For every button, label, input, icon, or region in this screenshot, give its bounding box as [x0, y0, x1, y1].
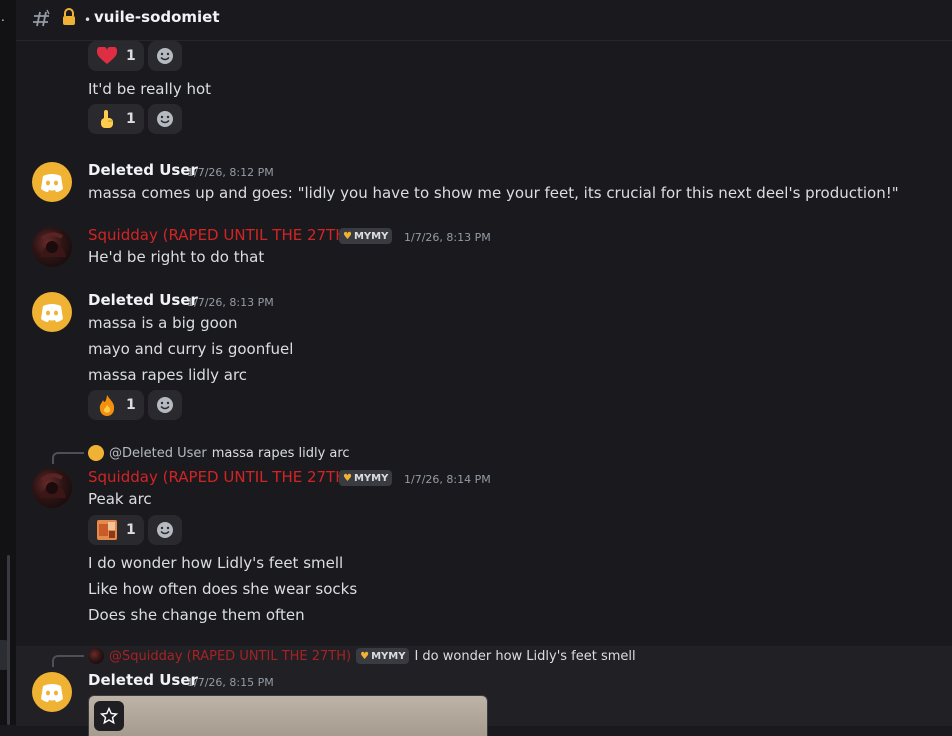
- heart-tag-icon: ♥: [343, 230, 352, 242]
- reply-author[interactable]: @Deleted User: [109, 446, 207, 461]
- message-text: Peak arc: [88, 490, 152, 508]
- avatar[interactable]: [32, 468, 72, 508]
- reaction-custom[interactable]: 1: [88, 515, 144, 545]
- message-text: massa rapes lidly arc: [88, 366, 248, 384]
- timestamp[interactable]: 1/7/26, 8:13 PM: [404, 231, 491, 244]
- message-text: Does she change them often: [88, 606, 305, 624]
- reply-author[interactable]: @Squidday (RAPED UNTIL THE 27TH): [109, 649, 351, 664]
- reply-avatar: [88, 648, 104, 664]
- guild-tag-badge[interactable]: ♥ MYMY: [339, 228, 393, 244]
- reaction-bar: 1: [88, 104, 182, 134]
- reaction-bar: 1: [88, 515, 182, 545]
- thread-hash-icon: [33, 9, 50, 27]
- timestamp[interactable]: 1/7/26, 8:12 PM: [187, 166, 274, 179]
- reaction-fire[interactable]: 1: [88, 390, 144, 420]
- add-reaction-button[interactable]: [147, 41, 182, 71]
- channel-header: • vuile-sodomiet: [16, 0, 952, 41]
- message-text: massa is a big goon: [88, 314, 238, 332]
- add-reaction-button[interactable]: [147, 104, 182, 134]
- reply-avatar: [88, 445, 104, 461]
- author-name[interactable]: Deleted User: [88, 161, 198, 179]
- reaction-count: 1: [126, 111, 136, 127]
- message-text: I do wonder how Lidly's feet smell: [88, 554, 344, 572]
- heart-tag-icon: ♥: [360, 650, 370, 662]
- reaction-bar: 1: [88, 390, 182, 420]
- message-text: massa comes up and goes: "lidly you have…: [88, 184, 899, 202]
- heart-icon: [96, 45, 118, 67]
- smiley-icon: [156, 397, 173, 413]
- author-name[interactable]: Squidday (RAPED UNTIL THE 27TH): [88, 226, 352, 244]
- channel-name[interactable]: vuile-sodomiet: [94, 8, 220, 26]
- fire-icon: [96, 394, 118, 416]
- discord-logo-icon: [41, 684, 63, 702]
- left-rail: .: [0, 0, 16, 725]
- reaction-count: 1: [126, 522, 136, 538]
- custom-emoji-icon: [96, 519, 118, 541]
- reply-snippet[interactable]: I do wonder how Lidly's feet smell: [414, 649, 635, 664]
- guild-tag-badge[interactable]: ♥ MYMY: [356, 648, 410, 664]
- reply-connector: [52, 655, 84, 667]
- heart-tag-icon: ♥: [343, 472, 352, 484]
- message-text: It'd be really hot: [88, 80, 212, 98]
- add-reaction-button[interactable]: [147, 515, 182, 545]
- avatar[interactable]: [32, 162, 72, 202]
- smiley-icon: [156, 111, 173, 127]
- reaction-bar: 1: [88, 41, 182, 71]
- reply-snippet[interactable]: massa rapes lidly arc: [212, 446, 350, 461]
- message-text: mayo and curry is goonfuel: [88, 340, 294, 358]
- rail-mark: .: [1, 10, 5, 24]
- message-text: Like how often does she wear socks: [88, 580, 358, 598]
- author-name[interactable]: Deleted User: [88, 291, 198, 309]
- add-reaction-button[interactable]: [147, 390, 182, 420]
- discord-logo-icon: [41, 304, 63, 322]
- author-name[interactable]: Deleted User: [88, 671, 198, 689]
- favorite-button[interactable]: [94, 701, 124, 731]
- reply-preview[interactable]: @Squidday (RAPED UNTIL THE 27TH) ♥ MYMY I…: [88, 648, 636, 664]
- author-name[interactable]: Squidday (RAPED UNTIL THE 27TH): [88, 468, 352, 486]
- reply-preview[interactable]: @Deleted User massa rapes lidly arc: [88, 445, 350, 461]
- smiley-icon: [156, 522, 173, 538]
- reaction-count: 1: [126, 397, 136, 413]
- avatar[interactable]: [32, 292, 72, 332]
- message-list[interactable]: 1 It'd be really hot 1 Deleted User 1/7/…: [16, 41, 952, 736]
- reply-connector: [52, 452, 84, 464]
- timestamp[interactable]: 1/7/26, 8:14 PM: [404, 473, 491, 486]
- avatar[interactable]: [32, 672, 72, 712]
- reaction-pointing-up[interactable]: 1: [88, 104, 144, 134]
- image-attachment[interactable]: [88, 695, 488, 736]
- lock-icon: [63, 8, 75, 25]
- reaction-heart[interactable]: 1: [88, 41, 144, 71]
- guild-tag-badge[interactable]: ♥ MYMY: [339, 470, 393, 486]
- title-separator-dot: •: [84, 13, 92, 27]
- pointing-up-hand-icon: [96, 108, 118, 130]
- message-text: He'd be right to do that: [88, 248, 265, 266]
- rail-scrollbar[interactable]: [7, 555, 10, 725]
- reaction-count: 1: [126, 48, 136, 64]
- smiley-icon: [156, 48, 173, 64]
- star-icon: [100, 707, 118, 725]
- timestamp[interactable]: 1/7/26, 8:15 PM: [187, 676, 274, 689]
- discord-logo-icon: [41, 174, 63, 192]
- avatar[interactable]: [32, 227, 72, 267]
- timestamp[interactable]: 1/7/26, 8:13 PM: [187, 296, 274, 309]
